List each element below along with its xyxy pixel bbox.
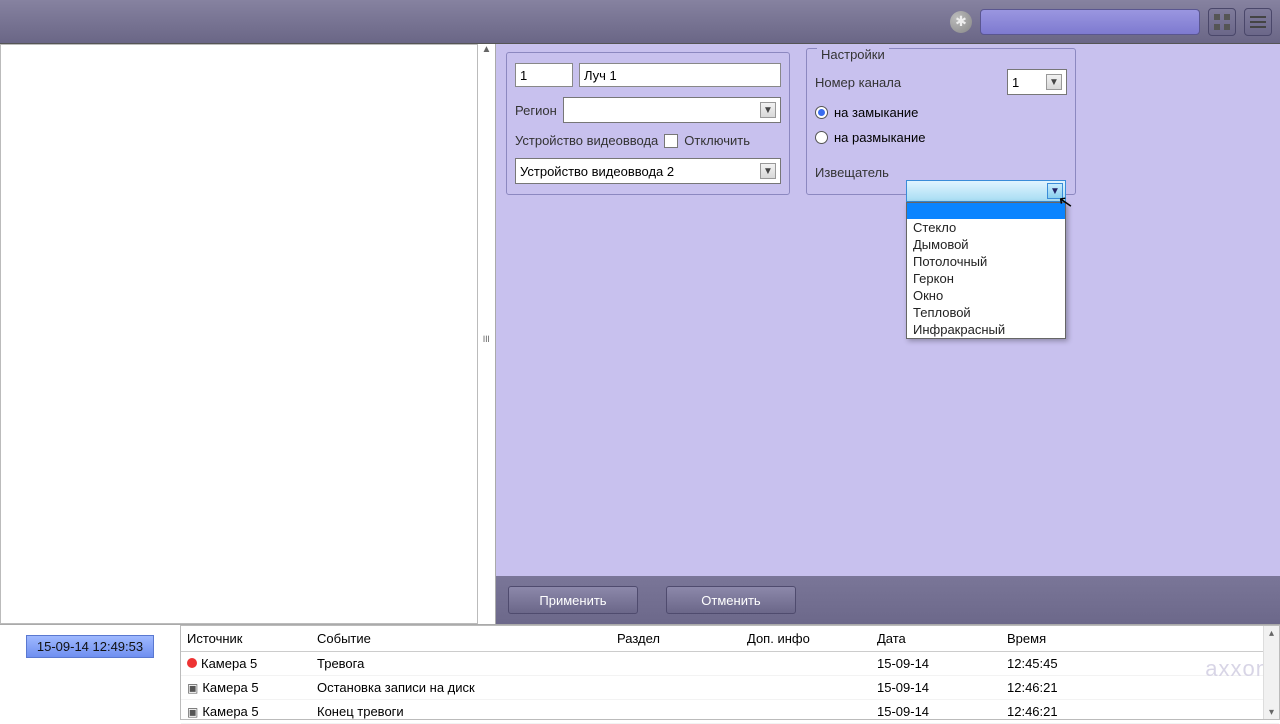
detector-dropdown[interactable]: Стекло Дымовой Потолочный Геркон Окно Те… <box>906 202 1066 339</box>
channel-value: 1 <box>1012 75 1019 90</box>
chevron-down-icon: ▼ <box>760 163 776 179</box>
scroll-up-icon[interactable]: ▴ <box>1264 626 1279 640</box>
splitter-grip-icon[interactable]: ≡ <box>479 335 494 341</box>
region-select[interactable]: ▼ <box>563 97 781 123</box>
splitter[interactable]: ▲ ≡ <box>478 44 496 624</box>
disable-checkbox[interactable] <box>664 134 678 148</box>
detector-option[interactable]: Тепловой <box>907 304 1065 321</box>
clock-text: 15-09-14 12:49:53 <box>26 635 154 658</box>
chevron-down-icon: ▼ <box>1046 74 1062 90</box>
opening-radio-label: на размыкание <box>834 130 925 145</box>
closing-radio[interactable]: на замыкание <box>815 105 918 120</box>
gear-icon[interactable]: ✱ <box>950 11 972 33</box>
search-input[interactable] <box>980 9 1200 35</box>
log-row[interactable]: Камера 5Тревога15-09-1412:45:45 <box>181 652 1279 676</box>
tree-panel[interactable] <box>0 44 478 624</box>
form-area: Регион ▼ Устройство видеоввода Отключить… <box>496 44 1280 576</box>
col-info[interactable]: Доп. инфо <box>741 631 871 646</box>
watermark: axxon <box>1205 656 1269 682</box>
channel-label: Номер канала <box>815 75 901 90</box>
scroll-up-icon[interactable]: ▲ <box>482 44 492 55</box>
clock: 15-09-14 12:49:53 <box>0 625 180 720</box>
menu-button[interactable] <box>1244 8 1272 36</box>
disable-label: Отключить <box>684 133 750 148</box>
col-event[interactable]: Событие <box>311 631 611 646</box>
log-row[interactable]: ▣Камера 5Конец тревоги15-09-1412:46:21 <box>181 700 1279 724</box>
device-value: Устройство видеоввода 2 <box>520 164 674 179</box>
radio-unchecked-icon <box>815 131 828 144</box>
name-field[interactable] <box>579 63 781 87</box>
apply-button[interactable]: Применить <box>508 586 638 614</box>
col-date[interactable]: Дата <box>871 631 1001 646</box>
object-id-panel: Регион ▼ Устройство видеоввода Отключить… <box>506 52 790 195</box>
log-row[interactable]: ▣Камера 5Остановка записи на диск15-09-1… <box>181 676 1279 700</box>
camera-icon: ▣ <box>187 705 198 719</box>
closing-radio-label: на замыкание <box>834 105 918 120</box>
grid-view-button[interactable] <box>1208 8 1236 36</box>
col-section[interactable]: Раздел <box>611 631 741 646</box>
main-area: ▲ ≡ Регион ▼ Устройство видеоввода <box>0 44 1280 624</box>
id-field[interactable] <box>515 63 573 87</box>
grid-icon <box>1214 14 1230 30</box>
event-log[interactable]: Источник Событие Раздел Доп. инфо Дата В… <box>180 625 1280 720</box>
col-source[interactable]: Источник <box>181 631 311 646</box>
burger-icon <box>1250 21 1266 23</box>
scroll-down-icon[interactable]: ▾ <box>1264 705 1279 719</box>
radio-checked-icon <box>815 106 828 119</box>
channel-select[interactable]: 1 ▼ <box>1007 69 1067 95</box>
bottom-panel: 15-09-14 12:49:53 Источник Событие Разде… <box>0 624 1280 720</box>
col-time[interactable]: Время <box>1001 631 1121 646</box>
camera-icon: ▣ <box>187 681 198 695</box>
scrollbar[interactable]: ▴ ▾ <box>1263 626 1279 719</box>
chevron-down-icon: ▼ <box>1047 183 1063 199</box>
detector-label: Извещатель <box>815 165 889 180</box>
region-label: Регион <box>515 103 557 118</box>
opening-radio[interactable]: на размыкание <box>815 130 925 145</box>
detector-option[interactable]: Дымовой <box>907 236 1065 253</box>
settings-panel: Настройки Номер канала 1 ▼ на замыкание <box>806 48 1076 195</box>
detector-option[interactable]: Окно <box>907 287 1065 304</box>
chevron-down-icon: ▼ <box>760 102 776 118</box>
top-toolbar: ✱ <box>0 0 1280 44</box>
record-icon <box>187 658 197 668</box>
properties-panel: Регион ▼ Устройство видеоввода Отключить… <box>496 44 1280 624</box>
cancel-button[interactable]: Отменить <box>666 586 796 614</box>
detector-select[interactable]: ▼ <box>906 180 1066 202</box>
detector-option[interactable] <box>907 203 1065 219</box>
settings-legend: Настройки <box>817 47 889 62</box>
device-label: Устройство видеоввода <box>515 133 658 148</box>
log-header: Источник Событие Раздел Доп. инфо Дата В… <box>181 626 1279 652</box>
device-select[interactable]: Устройство видеоввода 2 ▼ <box>515 158 781 184</box>
button-bar: Применить Отменить <box>496 576 1280 624</box>
detector-option[interactable]: Геркон <box>907 270 1065 287</box>
detector-option[interactable]: Инфракрасный <box>907 321 1065 338</box>
detector-option[interactable]: Стекло <box>907 219 1065 236</box>
detector-option[interactable]: Потолочный <box>907 253 1065 270</box>
